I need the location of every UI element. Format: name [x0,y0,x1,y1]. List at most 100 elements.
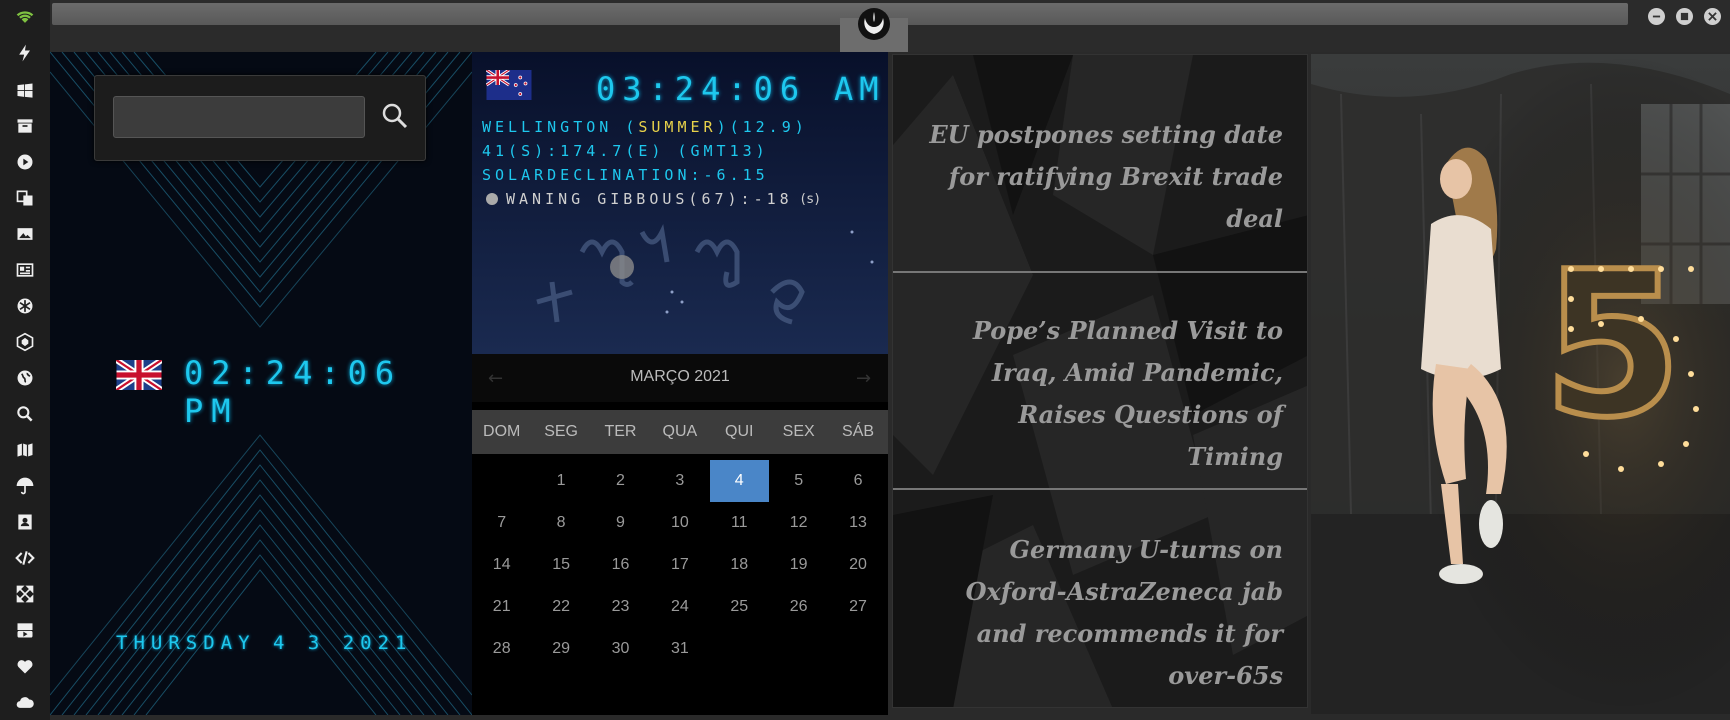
calendar-week-row: 123456 [472,460,888,502]
calendar-day[interactable]: 24 [650,586,709,628]
calendar-day[interactable]: 17 [650,544,709,586]
calendar-day[interactable]: 29 [531,628,590,670]
marquee-five: 5 [1543,229,1682,462]
calendar-week-row: 21 22 23 24 25 26 27 [472,586,888,628]
calendar: ← MARÇO 2021 → DOM SEG TER QUA QUI SEX S… [472,354,888,715]
calendar-day[interactable]: 28 [472,628,531,670]
calendar-day[interactable]: 21 [472,586,531,628]
calendar-day[interactable]: 20 [828,544,887,586]
photo-panel[interactable]: 5 [1311,54,1730,714]
translate-icon[interactable] [13,186,37,210]
map-icon[interactable] [13,438,37,462]
calendar-day[interactable]: 19 [769,544,828,586]
calendar-day[interactable]: 14 [472,544,531,586]
calendar-day[interactable]: 12 [769,502,828,544]
weekday-label: DOM [483,423,521,440]
calendar-weekdays: DOM SEG TER QUA QUI SEX SÁB [472,410,888,454]
sidebar [0,0,50,720]
weekday-label: QUA [662,423,698,440]
play-icon[interactable] [13,150,37,174]
calendar-week-row: 28 29 30 31 [472,628,888,670]
lightning-icon[interactable] [13,41,37,65]
moon-phase-unit: (s) [800,191,821,207]
nz-ampm: AM [834,70,885,108]
weekday-label: QUI [725,423,754,440]
search-icon[interactable] [381,102,409,130]
news-divider [893,271,1307,273]
news-panel: EU postpones setting date for ratifying … [892,54,1308,708]
close-icon[interactable] [1704,8,1721,25]
news-headline[interactable]: Germany U-turns on Oxford-AstraZeneca ja… [923,529,1283,697]
minimize-icon[interactable] [1648,8,1665,25]
newspaper-icon[interactable] [13,258,37,282]
maximize-icon[interactable] [1676,8,1693,25]
nz-flag-icon [485,68,532,100]
calendar-day[interactable]: 6 [828,460,887,502]
calendar-day[interactable]: 1 [531,460,590,502]
news-headline[interactable]: EU postpones setting date for ratifying … [923,114,1283,240]
calendar-day[interactable]: 31 [650,628,709,670]
news-headline[interactable]: Pope’s Planned Visit to Iraq, Amid Pande… [923,310,1283,478]
moon-icon [486,193,498,205]
calendar-day[interactable]: 27 [828,586,887,628]
calendar-header: ← MARÇO 2021 → [472,354,888,402]
calendar-day[interactable]: 15 [531,544,590,586]
calendar-day[interactable]: 4 [709,460,769,502]
calendar-day[interactable]: 26 [769,586,828,628]
calendar-day[interactable]: 9 [591,502,650,544]
calendar-day[interactable]: 2 [591,460,650,502]
search-box [94,75,426,161]
calendar-day[interactable]: 5 [769,460,828,502]
nz-location: WELLINGTON ( [482,118,639,136]
snowflake-icon[interactable] [13,294,37,318]
calendar-day[interactable]: 22 [531,586,590,628]
heart-icon[interactable] [13,654,37,678]
calendar-grid: 1 2 3 4 5 6 7 8 9 10 11 12 13 14 15 16 17 18 19 20 21 22 23 24 2… [472,460,888,670]
hexagon-icon[interactable] [13,330,37,354]
calendar-day[interactable]: 23 [591,586,650,628]
calendar-day[interactable]: 10 [650,502,709,544]
calendar-empty-cell [710,628,769,670]
youtube-icon[interactable] [13,618,37,642]
calendar-week-row: 14 15 16 17 18 19 20 [472,544,888,586]
title-bar[interactable] [50,0,1730,52]
nz-solar-declination: SOLARDECLINATION:-6.15 [482,166,769,184]
calendar-day[interactable]: 25 [710,586,769,628]
nz-location-line: WELLINGTON (SUMMER)(12.9) [482,118,808,136]
uk-clock-panel: 02:24:06 PM THURSDAY 4 3 2021 [50,52,472,715]
wifi-icon[interactable] [13,5,37,29]
calendar-empty-cell [828,628,887,670]
calendar-day[interactable]: 11 [710,502,769,544]
contacts-icon[interactable] [13,510,37,534]
calendar-day[interactable]: 18 [710,544,769,586]
calendar-day[interactable]: 13 [828,502,887,544]
nz-temp: )(12.9) [716,118,808,136]
archive-icon[interactable] [13,114,37,138]
calendar-day[interactable]: 3 [650,460,709,502]
fashion-photo: 5 [1311,54,1730,714]
news-divider [893,488,1307,490]
image-icon[interactable] [13,222,37,246]
search-input[interactable] [113,96,365,138]
rebel-alliance-icon[interactable] [856,6,892,42]
calendar-day[interactable]: 7 [472,502,531,544]
calendar-day[interactable]: 30 [591,628,650,670]
search-icon[interactable] [13,402,37,426]
nz-season: SUMMER [638,118,717,136]
calendar-day[interactable]: 8 [531,502,590,544]
expand-icon[interactable] [13,582,37,606]
weekday-label: SEG [544,423,578,440]
calendar-next-button[interactable]: → [856,368,871,389]
cloud-icon[interactable] [13,690,37,714]
desktop-app: 02:24:06 PM THURSDAY 4 3 2021 03:24:06 A… [0,0,1730,720]
calendar-week-row: 7 8 9 10 11 12 13 [472,502,888,544]
nz-clock-panel: 03:24:06 AM WELLINGTON (SUMMER)(12.9) 41… [472,52,888,354]
moon-phase: WANING GIBBOUS(67):-18 [506,190,793,208]
globe-icon[interactable] [13,366,37,390]
code-icon[interactable] [13,546,37,570]
calendar-empty-cell [769,628,828,670]
calendar-day[interactable]: 16 [591,544,650,586]
umbrella-icon[interactable] [13,474,37,498]
windows-icon[interactable] [13,79,37,103]
uk-time: 02:24:06 PM [184,354,403,430]
